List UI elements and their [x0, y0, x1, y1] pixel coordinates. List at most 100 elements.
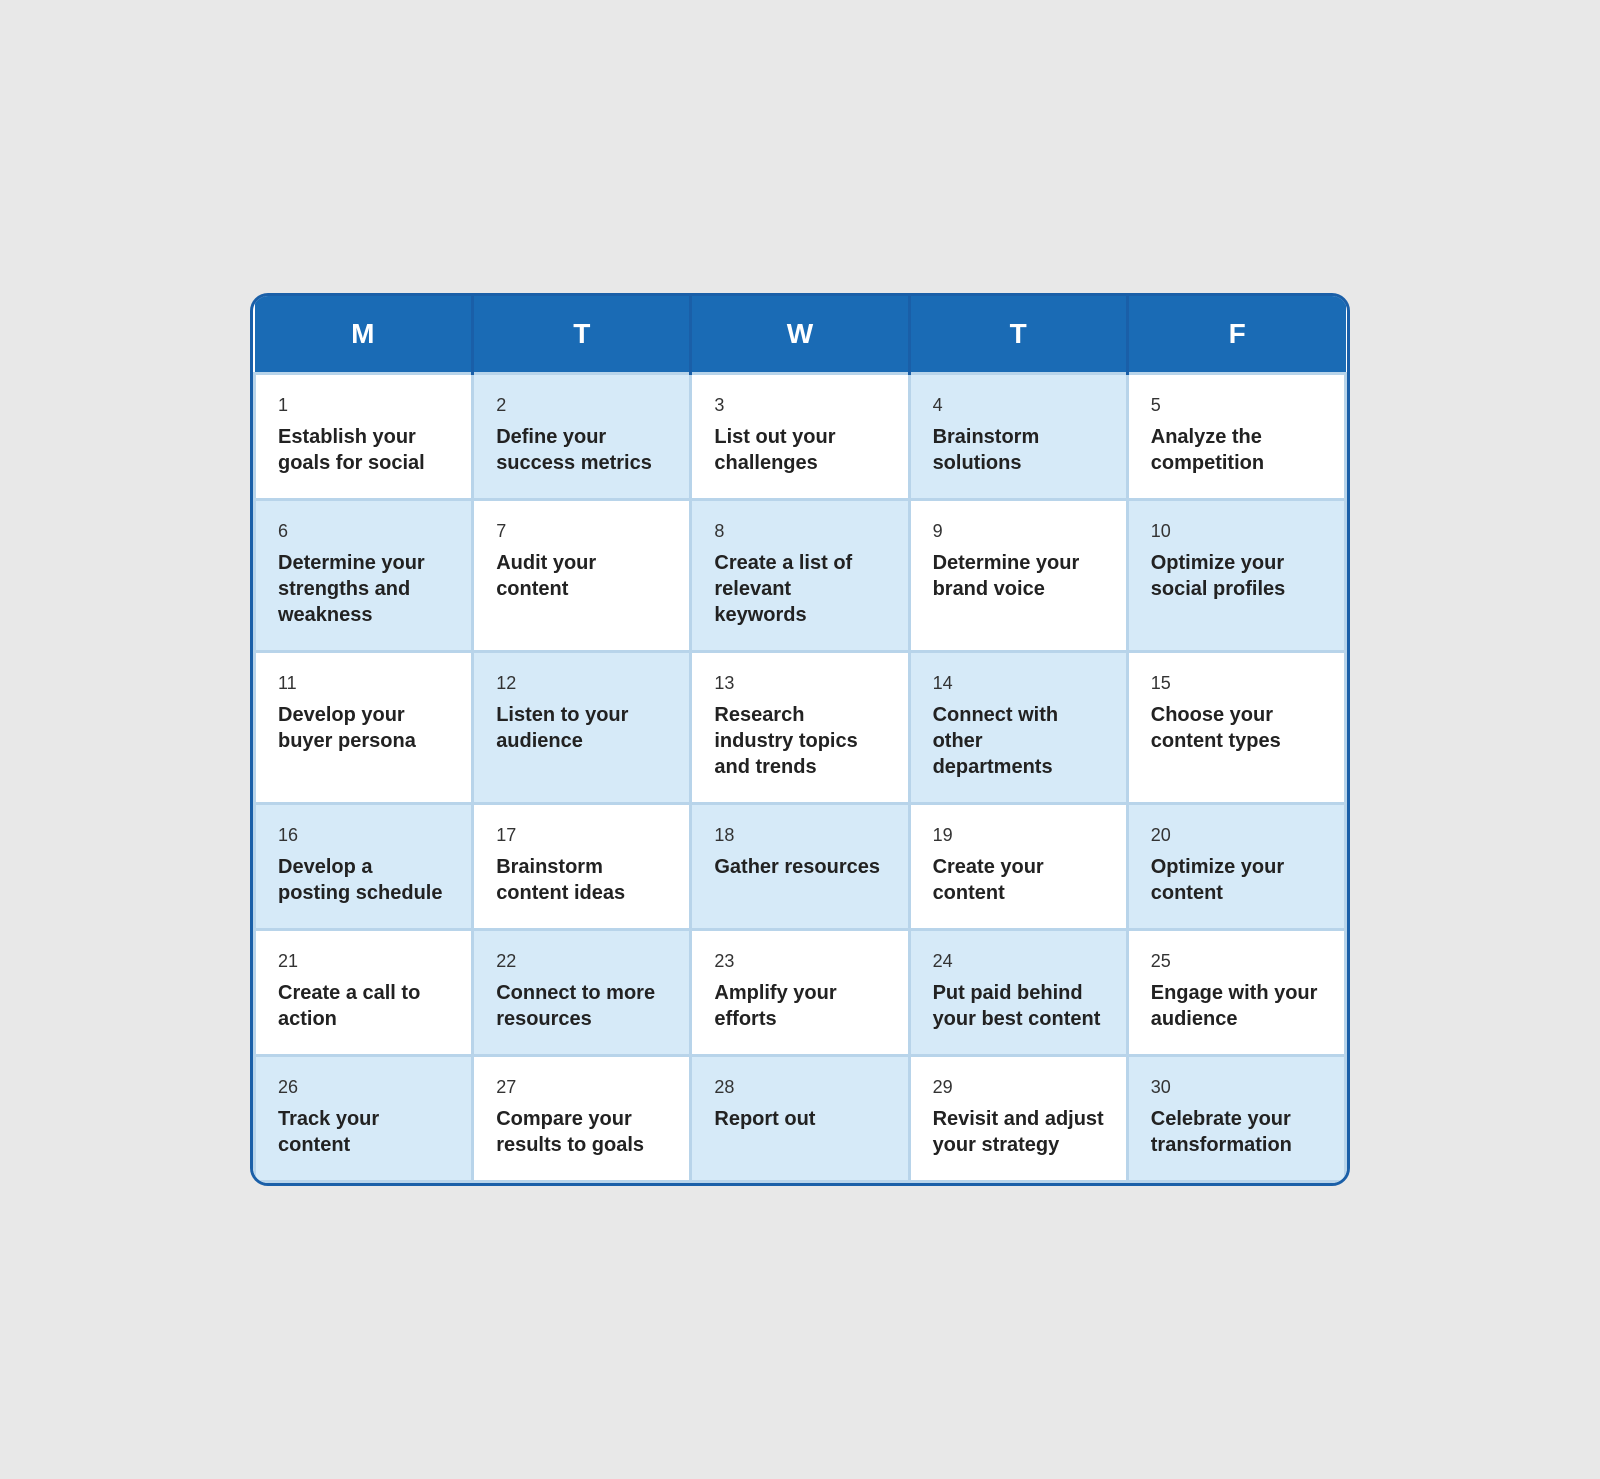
- cell-number-15: 15: [1151, 673, 1322, 694]
- cell-number-18: 18: [714, 825, 885, 846]
- calendar-cell-16: 16 Develop a posting schedule: [255, 804, 473, 930]
- cell-title-14: Connect with other departments: [933, 702, 1104, 780]
- cell-title-20: Optimize your content: [1151, 854, 1322, 906]
- header-col-w-2: W: [691, 296, 909, 374]
- cell-title-17: Brainstorm content ideas: [496, 854, 667, 906]
- header-col-t-1: T: [473, 296, 691, 374]
- cell-number-4: 4: [933, 395, 1104, 416]
- cell-title-4: Brainstorm solutions: [933, 424, 1104, 476]
- cell-title-13: Research industry topics and trends: [714, 702, 885, 780]
- calendar-row-2: 6 Determine your strengths and weakness 7 A…: [255, 500, 1346, 652]
- calendar-container: MTWTF 1Establish your goals for social2D…: [250, 293, 1350, 1186]
- cell-title-10: Optimize your social profiles: [1151, 550, 1322, 602]
- cell-number-27: 27: [496, 1077, 667, 1098]
- calendar-cell-30: 30 Celebrate your transformation: [1127, 1056, 1345, 1182]
- cell-number-24: 24: [933, 951, 1104, 972]
- cell-number-29: 29: [933, 1077, 1104, 1098]
- cell-title-21: Create a call to action: [278, 980, 449, 1032]
- cell-title-19: Create your content: [933, 854, 1104, 906]
- cell-title-11: Develop your buyer persona: [278, 702, 449, 754]
- calendar-table: MTWTF 1Establish your goals for social2D…: [253, 296, 1347, 1183]
- cell-number-7: 7: [496, 521, 667, 542]
- calendar-cell-17: 17 Brainstorm content ideas: [473, 804, 691, 930]
- cell-title-2: Define your success metrics: [496, 424, 667, 476]
- cell-number-5: 5: [1151, 395, 1322, 416]
- header-row: MTWTF: [255, 296, 1346, 374]
- cell-number-22: 22: [496, 951, 667, 972]
- cell-number-6: 6: [278, 521, 449, 542]
- cell-title-7: Audit your content: [496, 550, 667, 602]
- cell-title-25: Engage with your audience: [1151, 980, 1322, 1032]
- cell-title-12: Listen to your audience: [496, 702, 667, 754]
- cell-number-10: 10: [1151, 521, 1322, 542]
- cell-number-11: 11: [278, 673, 449, 694]
- calendar-cell-6: 6 Determine your strengths and weakness: [255, 500, 473, 652]
- calendar-row-5: 21 Create a call to action 22 Connect to mo…: [255, 930, 1346, 1056]
- cell-title-3: List out your challenges: [714, 424, 885, 476]
- cell-number-16: 16: [278, 825, 449, 846]
- cell-title-15: Choose your content types: [1151, 702, 1322, 754]
- calendar-cell-27: 27 Compare your results to goals: [473, 1056, 691, 1182]
- cell-title-9: Determine your brand voice: [933, 550, 1104, 602]
- cell-title-5: Analyze the competition: [1151, 424, 1322, 476]
- header-col-t-3: T: [909, 296, 1127, 374]
- calendar-cell-26: 26Track your content: [255, 1056, 473, 1182]
- cell-number-13: 13: [714, 673, 885, 694]
- cell-number-21: 21: [278, 951, 449, 972]
- calendar-row-3: 11 Develop your buyer persona 12 Listen to …: [255, 652, 1346, 804]
- cell-title-8: Create a list of relevant keywords: [714, 550, 885, 628]
- cell-number-20: 20: [1151, 825, 1322, 846]
- calendar-cell-18: 18 Gather resources: [691, 804, 909, 930]
- cell-title-24: Put paid behind your best content: [933, 980, 1104, 1032]
- calendar-row-6: 26Track your content 27 Compare your resul…: [255, 1056, 1346, 1182]
- cell-title-16: Develop a posting schedule: [278, 854, 449, 906]
- cell-title-30: Celebrate your transformation: [1151, 1106, 1322, 1158]
- cell-number-19: 19: [933, 825, 1104, 846]
- calendar-cell-8: 8 Create a list of relevant keywords: [691, 500, 909, 652]
- cell-number-14: 14: [933, 673, 1104, 694]
- calendar-cell-11: 11 Develop your buyer persona: [255, 652, 473, 804]
- cell-title-23: Amplify your efforts: [714, 980, 885, 1032]
- cell-title-22: Connect to more resources: [496, 980, 667, 1032]
- calendar-cell-5: 5 Analyze the competition: [1127, 374, 1345, 500]
- cell-title-18: Gather resources: [714, 854, 885, 880]
- cell-title-6: Determine your strengths and weakness: [278, 550, 449, 628]
- calendar-cell-3: 3 List out your challenges: [691, 374, 909, 500]
- cell-number-23: 23: [714, 951, 885, 972]
- calendar-cell-9: 9 Determine your brand voice: [909, 500, 1127, 652]
- cell-number-17: 17: [496, 825, 667, 846]
- calendar-cell-7: 7 Audit your content: [473, 500, 691, 652]
- cell-title-1: Establish your goals for social: [278, 424, 449, 476]
- calendar-cell-24: 24 Put paid behind your best content: [909, 930, 1127, 1056]
- calendar-cell-29: 29 Revisit and adjust your strategy: [909, 1056, 1127, 1182]
- cell-number-26: 26: [278, 1077, 449, 1098]
- calendar-cell-21: 21 Create a call to action: [255, 930, 473, 1056]
- cell-number-8: 8: [714, 521, 885, 542]
- calendar-cell-10: 10 Optimize your social profiles: [1127, 500, 1345, 652]
- calendar-cell-13: 13 Research industry topics and trends: [691, 652, 909, 804]
- cell-number-25: 25: [1151, 951, 1322, 972]
- calendar-cell-15: 15 Choose your content types: [1127, 652, 1345, 804]
- calendar-cell-2: 2 Define your success metrics: [473, 374, 691, 500]
- calendar-cell-14: 14 Connect with other departments: [909, 652, 1127, 804]
- calendar-cell-23: 23 Amplify your efforts: [691, 930, 909, 1056]
- cell-title-29: Revisit and adjust your strategy: [933, 1106, 1104, 1158]
- calendar-cell-12: 12 Listen to your audience: [473, 652, 691, 804]
- calendar-cell-20: 20 Optimize your content: [1127, 804, 1345, 930]
- header-col-f-4: F: [1127, 296, 1345, 374]
- calendar-cell-4: 4 Brainstorm solutions: [909, 374, 1127, 500]
- header-col-m-0: M: [255, 296, 473, 374]
- calendar-row-4: 16 Develop a posting schedule 17 Brainstorm…: [255, 804, 1346, 930]
- calendar-row-1: 1 Establish your goals for social 2 Define …: [255, 374, 1346, 500]
- cell-title-27: Compare your results to goals: [496, 1106, 667, 1158]
- cell-number-12: 12: [496, 673, 667, 694]
- cell-number-28: 28: [714, 1077, 885, 1098]
- cell-number-3: 3: [714, 395, 885, 416]
- cell-number-9: 9: [933, 521, 1104, 542]
- cell-number-30: 30: [1151, 1077, 1322, 1098]
- calendar-cell-28: 28Report out: [691, 1056, 909, 1182]
- cell-number-2: 2: [496, 395, 667, 416]
- calendar-cell-22: 22 Connect to more resources: [473, 930, 691, 1056]
- calendar-cell-1: 1 Establish your goals for social: [255, 374, 473, 500]
- cell-number-1: 1: [278, 395, 449, 416]
